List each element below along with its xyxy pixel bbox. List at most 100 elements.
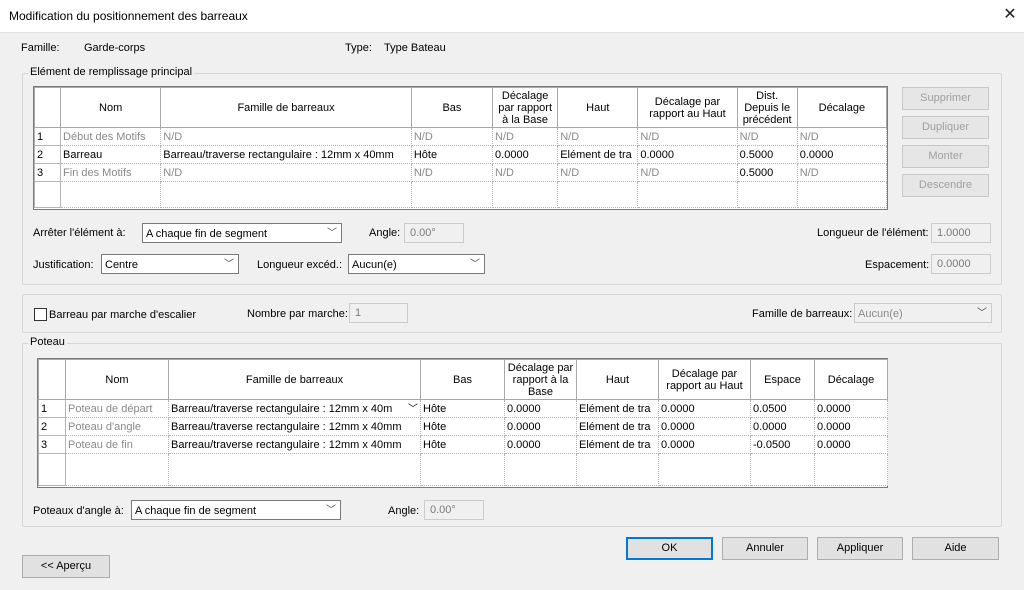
justification-select-value: Centre [105, 259, 139, 271]
table-row[interactable]: 2 Poteau d'angle Barreau/traverse rectan… [38, 417, 888, 436]
monter-button[interactable]: Monter [902, 145, 989, 168]
arreter-select[interactable]: A chaque fin de segment ﹀ [142, 223, 342, 243]
cell-haut[interactable]: Elément de tra [576, 435, 659, 454]
chevron-down-icon: ﹀ [408, 400, 418, 415]
cell-dist[interactable]: 0.5000 [736, 163, 798, 182]
cell-dist[interactable]: 0.5000 [736, 145, 798, 164]
table-row[interactable]: 1 Début des Motifs N/D N/D N/D N/D N/D N… [33, 127, 888, 146]
table-row[interactable]: 1 Poteau de départ Barreau/traverse rect… [38, 399, 888, 418]
col-header-haut[interactable]: Haut [557, 87, 639, 128]
cell-haut[interactable]: Elément de tra [576, 417, 659, 436]
longueur-exced-select-value: Aucun(e) [352, 259, 397, 271]
famille-barreaux-select[interactable]: Aucun(e) ﹀ [854, 303, 992, 323]
main-table: Nom Famille de barreaux Bas Décalage par… [33, 87, 888, 208]
poteau-angle-label: Angle: [388, 505, 420, 517]
col-header-dist[interactable]: Dist. Depuis le précédent [736, 87, 798, 128]
cell-bas[interactable]: Hôte [420, 399, 505, 418]
main-table-header: Nom Famille de barreaux Bas Décalage par… [33, 87, 888, 128]
empty-cell [160, 181, 412, 208]
table-row[interactable]: 3 Poteau de fin Barreau/traverse rectang… [38, 435, 888, 454]
cell-decalage[interactable]: 0.0000 [814, 417, 888, 436]
cell-espace[interactable]: 0.0500 [750, 399, 815, 418]
cell-bas[interactable]: Hôte [410, 145, 494, 164]
angle-label: Angle: [369, 227, 401, 239]
angle-field[interactable]: 0.00° [404, 223, 464, 243]
cell-decalage-haut[interactable]: 0.0000 [658, 399, 751, 418]
nombre-par-marche-label: Nombre par marche: [247, 308, 348, 320]
cell-decalage-haut[interactable]: 0.0000 [658, 435, 751, 454]
row-number[interactable]: 1 [33, 127, 62, 146]
col-header-decalage[interactable]: Décalage [814, 359, 888, 400]
famille-label: Famille: [21, 42, 60, 54]
poteau-grid: Nom Famille de barreaux Bas Décalage par… [37, 358, 888, 488]
appliquer-button[interactable]: Appliquer [817, 537, 903, 560]
cell-decalage[interactable]: 0.0000 [814, 435, 888, 454]
empty-row [38, 453, 888, 486]
longueur-exced-label: Longueur excéd.: [257, 259, 343, 271]
poteaux-angle-select[interactable]: A chaque fin de segment ﹀ [131, 500, 341, 520]
col-header-decalage-haut[interactable]: Décalage par rapport au Haut [658, 359, 751, 400]
col-header-nom[interactable]: Nom [60, 87, 162, 128]
barreau-par-marche-label: Barreau par marche d'escalier [49, 309, 197, 321]
cell-famille-select[interactable]: Barreau/traverse rectangulaire : 12mm x … [168, 399, 421, 418]
apercu-button[interactable]: << Aperçu [22, 555, 110, 578]
cell-bas[interactable]: Hôte [420, 435, 505, 454]
row-number[interactable]: 2 [38, 417, 66, 436]
col-header-decalage[interactable]: Décalage [796, 87, 888, 128]
cell-decalage-haut[interactable]: 0.0000 [658, 417, 751, 436]
cell-nom[interactable]: Barreau [60, 145, 162, 164]
close-icon[interactable]: ✕ [996, 0, 1024, 30]
row-number[interactable]: 3 [38, 435, 66, 454]
row-number[interactable]: 1 [38, 399, 66, 418]
dupliquer-button[interactable]: Dupliquer [902, 116, 989, 139]
justification-select[interactable]: Centre ﹀ [101, 254, 239, 274]
annuler-button[interactable]: Annuler [722, 537, 808, 560]
longueur-exced-select[interactable]: Aucun(e) ﹀ [348, 254, 485, 274]
col-header-famille[interactable]: Famille de barreaux [168, 359, 421, 400]
cell-haut[interactable]: Elément de tra [557, 145, 639, 164]
col-header-decalage-base[interactable]: Décalage par rapport à la Base [492, 87, 559, 128]
cell-espace[interactable]: -0.0500 [750, 435, 815, 454]
cell-famille[interactable]: Barreau/traverse rectangulaire : 12mm x … [160, 145, 412, 164]
empty-row [33, 181, 888, 208]
col-header-decalage-haut[interactable]: Décalage par rapport au Haut [637, 87, 738, 128]
table-row[interactable]: 3 Fin des Motifs N/D N/D N/D N/D N/D 0.5… [33, 163, 888, 182]
cell-espace[interactable]: 0.0000 [750, 417, 815, 436]
cell-decalage-base[interactable]: 0.0000 [492, 145, 559, 164]
col-header-bas[interactable]: Bas [420, 359, 505, 400]
col-header-famille[interactable]: Famille de barreaux [160, 87, 412, 128]
cell-decalage[interactable]: 0.0000 [796, 145, 888, 164]
longueur-label: Longueur de l'élément: [817, 227, 929, 239]
col-header-haut[interactable]: Haut [576, 359, 659, 400]
ok-button[interactable]: OK [626, 537, 713, 560]
longueur-field[interactable]: 1.0000 [931, 223, 991, 243]
cell-haut[interactable]: Elément de tra [576, 399, 659, 418]
supprimer-button[interactable]: Supprimer [902, 87, 989, 110]
row-number[interactable]: 3 [33, 163, 62, 182]
poteau-angle-field[interactable]: 0.00° [424, 500, 484, 520]
col-header-decalage-base[interactable]: Décalage par rapport à la Base [504, 359, 577, 400]
cell-decalage-base[interactable]: 0.0000 [504, 399, 577, 418]
row-number[interactable]: 2 [33, 145, 62, 164]
col-header-bas[interactable]: Bas [410, 87, 494, 128]
barreau-par-marche-checkbox[interactable] [34, 308, 47, 321]
table-row[interactable]: 2 Barreau Barreau/traverse rectangulaire… [33, 145, 888, 164]
col-header-espace[interactable]: Espace [750, 359, 815, 400]
famille-barreaux-select-value: Aucun(e) [858, 308, 903, 320]
cell-bas[interactable]: Hôte [420, 417, 505, 436]
espacement-field[interactable]: 0.0000 [931, 254, 991, 274]
cell-decalage-base[interactable]: 0.0000 [504, 435, 577, 454]
nombre-par-marche-field[interactable]: 1 [349, 303, 408, 323]
empty-cell [492, 181, 559, 208]
empty-cell [38, 453, 66, 486]
descendre-button[interactable]: Descendre [902, 174, 989, 197]
cell-decalage-haut[interactable]: 0.0000 [637, 145, 738, 164]
cell-decalage[interactable]: 0.0000 [814, 399, 888, 418]
col-header-nom[interactable]: Nom [65, 359, 169, 400]
cell-famille[interactable]: Barreau/traverse rectangulaire : 12mm x … [168, 435, 421, 454]
cell-decalage-base[interactable]: 0.0000 [504, 417, 577, 436]
cell-decalage-haut: N/D [637, 163, 738, 182]
empty-cell [410, 181, 494, 208]
cell-famille[interactable]: Barreau/traverse rectangulaire : 12mm x … [168, 417, 421, 436]
aide-button[interactable]: Aide [912, 537, 999, 560]
